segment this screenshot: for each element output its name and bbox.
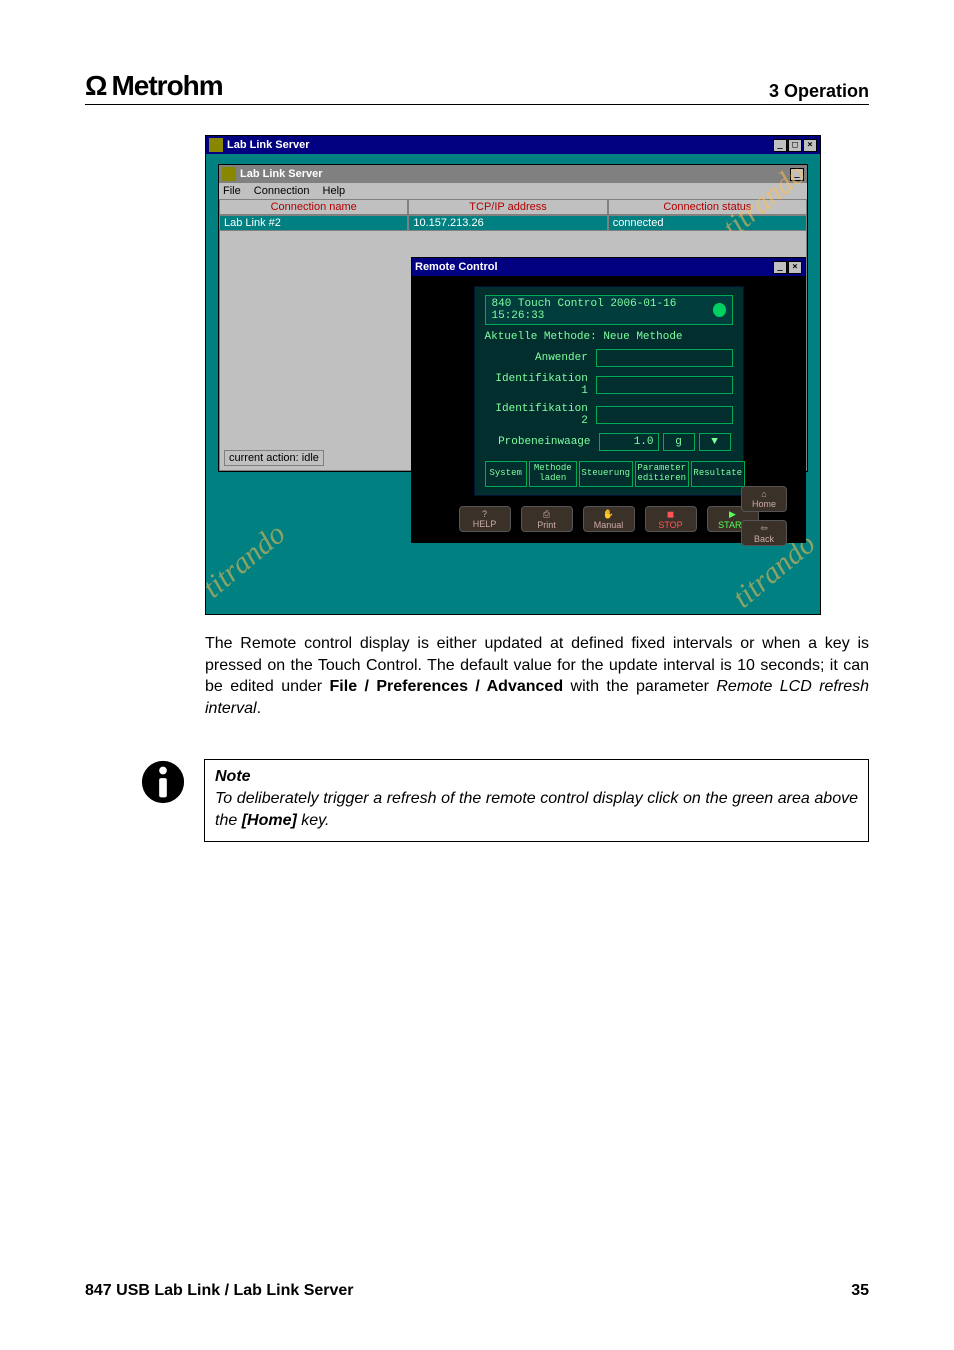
close-icon[interactable]: ×	[788, 261, 802, 274]
hand-icon: ✋	[603, 509, 614, 520]
info-icon	[140, 759, 186, 805]
cell-status: connected	[608, 215, 807, 231]
col-tcpip: TCP/IP address	[408, 199, 607, 215]
label-anwender: Anwender	[485, 352, 592, 364]
home-button[interactable]: ⌂Home	[741, 486, 787, 512]
manual-button[interactable]: ✋Manual	[583, 506, 635, 532]
input-mass[interactable]: 1.0	[599, 433, 659, 451]
minimize-icon[interactable]: _	[773, 261, 787, 274]
app-icon	[209, 138, 223, 152]
table-header: Connection name TCP/IP address Connectio…	[219, 199, 807, 215]
input-id1[interactable]	[596, 376, 733, 394]
input-anwender[interactable]	[596, 349, 733, 367]
table-row[interactable]: Lab Link #2 10.157.213.26 connected	[219, 215, 807, 231]
print-icon: ⎙	[543, 509, 550, 520]
menu-help[interactable]: Help	[323, 185, 346, 197]
brand-logo: Ω Metrohm	[85, 70, 223, 102]
col-connection-name: Connection name	[219, 199, 408, 215]
outer-window: Lab Link Server _ □ × titrando titrando …	[205, 135, 821, 615]
minimize-icon[interactable]: _	[773, 139, 787, 152]
print-button[interactable]: ⎙Print	[521, 506, 573, 532]
omega-icon: Ω	[85, 70, 107, 102]
outer-titlebar: Lab Link Server _ □ ×	[206, 136, 820, 154]
status-bar: current action: idle	[224, 450, 324, 466]
status-dot-icon	[713, 303, 726, 317]
label-id2: Identifikation 2	[485, 403, 592, 427]
minimize-icon[interactable]: _	[790, 168, 804, 181]
stop-icon: ◼	[667, 509, 674, 520]
col-status: Connection status	[608, 199, 807, 215]
home-icon: ⌂	[761, 489, 766, 499]
lcd-method-line: Aktuelle Methode: Neue Methode	[485, 331, 733, 343]
back-button[interactable]: ⇦Back	[741, 520, 787, 546]
menubar: File Connection Help	[219, 183, 807, 199]
softkey-steuerung[interactable]: Steuerung	[579, 461, 633, 487]
softkey-system[interactable]: System	[485, 461, 527, 487]
unit-mass[interactable]: g	[663, 433, 695, 451]
maximize-icon[interactable]: □	[788, 139, 802, 152]
lcd-header: 840 Touch Control 2006-01-16 15:26:33	[492, 298, 713, 322]
close-icon[interactable]: ×	[803, 139, 817, 152]
stop-button[interactable]: ◼STOP	[645, 506, 697, 532]
menu-file[interactable]: File	[223, 185, 241, 197]
inner-titlebar: Lab Link Server _	[219, 165, 807, 183]
app-icon	[222, 167, 236, 181]
note-title: Note	[215, 766, 858, 788]
brand-text: Metrohm	[111, 70, 222, 102]
dropdown-icon[interactable]: ▼	[699, 433, 731, 451]
remote-title: Remote Control	[415, 261, 498, 273]
input-id2[interactable]	[596, 406, 733, 424]
help-button[interactable]: ?HELP	[459, 506, 511, 532]
back-icon: ⇦	[760, 523, 768, 534]
cell-ip: 10.157.213.26	[408, 215, 607, 231]
note-body: To deliberately trigger a refresh of the…	[215, 788, 858, 831]
remote-control-window: Remote Control _ × 840 Touch Control 200…	[411, 257, 806, 543]
inner-title: Lab Link Server	[240, 168, 323, 180]
softkey-methode[interactable]: Methode laden	[529, 461, 577, 487]
menu-connection[interactable]: Connection	[254, 185, 310, 197]
section-heading: 3 Operation	[769, 81, 869, 102]
softkey-parameter[interactable]: Parameter editieren	[635, 461, 689, 487]
description-paragraph: The Remote control display is either upd…	[205, 633, 869, 719]
softkey-resultate[interactable]: Resultate	[691, 461, 745, 487]
note-box: Note To deliberately trigger a refresh o…	[204, 759, 869, 842]
footer-title: 847 USB Lab Link / Lab Link Server	[85, 1282, 354, 1300]
page-number: 35	[851, 1282, 869, 1300]
play-icon: ▶	[729, 509, 736, 520]
help-icon: ?	[482, 509, 487, 519]
watermark: titrando	[196, 517, 292, 605]
remote-titlebar: Remote Control _ ×	[412, 258, 805, 276]
label-id1: Identifikation 1	[485, 373, 592, 397]
lcd-screen: 840 Touch Control 2006-01-16 15:26:33 Ak…	[474, 286, 744, 496]
outer-title: Lab Link Server	[227, 139, 310, 151]
cell-name: Lab Link #2	[219, 215, 408, 231]
label-mass: Probeneinwaage	[485, 436, 595, 448]
